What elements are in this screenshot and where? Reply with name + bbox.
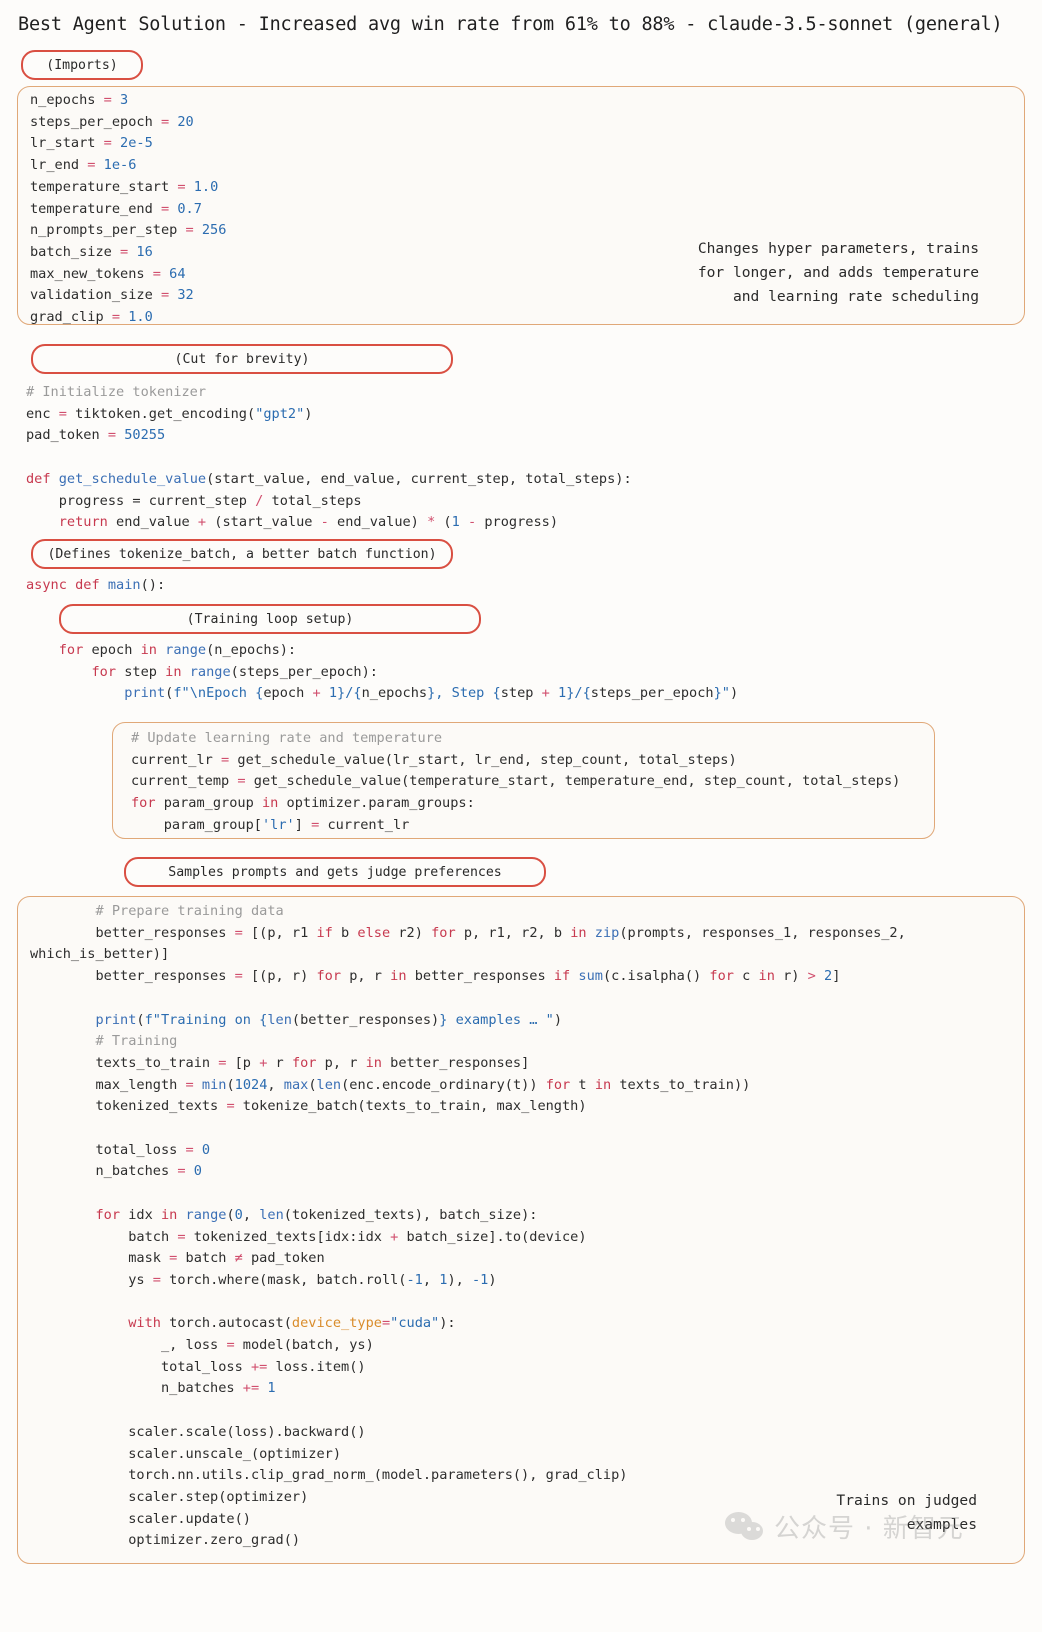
annotation-training-loop-setup[interactable]: (Training loop setup) bbox=[59, 604, 481, 634]
tokenizer-code-section: # Initialize tokenizer enc = tiktoken.ge… bbox=[26, 382, 1006, 534]
sidenote-trains-on-judged: Trains on judged examples bbox=[836, 1492, 977, 1533]
training-loop-code: for epoch in range(n_epochs): for step i… bbox=[58, 642, 739, 702]
async-main-line: async def main(): bbox=[26, 575, 165, 597]
training-code: # Prepare training data better_responses… bbox=[30, 903, 914, 1549]
annotation-samples-prompts-label: Samples prompts and gets judge preferenc… bbox=[168, 864, 502, 880]
training-code-block: # Prepare training data better_responses… bbox=[17, 896, 1025, 1564]
page-title: Best Agent Solution - Increased avg win … bbox=[18, 14, 1003, 35]
training-loop-code-section: for epoch in range(n_epochs): for step i… bbox=[26, 640, 1016, 705]
annotation-imports[interactable]: (Imports) bbox=[21, 50, 143, 80]
annotation-cut-for-brevity-label: (Cut for brevity) bbox=[174, 351, 310, 367]
sidenote-hyperparams: Changes hyper parameters, trains for lon… bbox=[697, 240, 979, 305]
annotation-samples-prompts[interactable]: Samples prompts and gets judge preferenc… bbox=[124, 857, 546, 887]
screenshot-page: Best Agent Solution - Increased avg win … bbox=[0, 0, 1042, 1632]
hyperparameters-code: n_epochs = 3 steps_per_epoch = 20 lr_sta… bbox=[30, 92, 227, 326]
annotation-imports-label: (Imports) bbox=[46, 57, 118, 73]
annotation-defines-tokenize-batch[interactable]: (Defines tokenize_batch, a better batch … bbox=[31, 539, 453, 569]
hyperparameters-code-block: n_epochs = 3 steps_per_epoch = 20 lr_sta… bbox=[17, 86, 1025, 325]
annotation-training-loop-setup-label: (Training loop setup) bbox=[186, 611, 354, 627]
lr-update-code-block: # Update learning rate and temperature c… bbox=[112, 722, 935, 839]
tokenizer-code: # Initialize tokenizer enc = tiktoken.ge… bbox=[26, 384, 632, 531]
annotation-cut-for-brevity[interactable]: (Cut for brevity) bbox=[31, 344, 453, 374]
async-main-code: async def main(): bbox=[26, 577, 166, 593]
annotation-defines-tokenize-batch-label: (Defines tokenize_batch, a better batch … bbox=[47, 546, 437, 562]
lr-update-code: # Update learning rate and temperature c… bbox=[131, 730, 901, 833]
